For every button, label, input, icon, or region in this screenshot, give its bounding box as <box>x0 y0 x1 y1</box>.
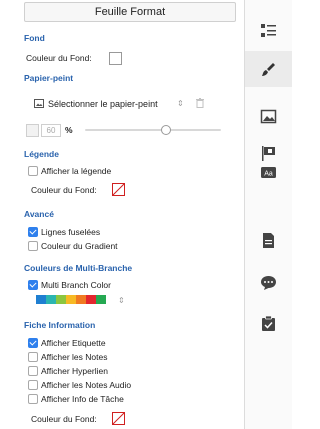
image-icon <box>260 109 277 123</box>
sidebar-item-image[interactable] <box>245 98 292 134</box>
format-panel: Feuille Format Fond Couleur du Fond: Pap… <box>0 0 244 429</box>
section-papier-peint-heading: Papier-peint <box>24 73 74 83</box>
legend-color-swatch[interactable] <box>112 183 125 196</box>
fond-color-swatch[interactable] <box>109 52 122 65</box>
branch-color-swatch <box>86 295 96 304</box>
legend-color-label: Couleur du Fond: <box>31 185 97 195</box>
show-hyperlink-label: Afficher Hyperlien <box>41 366 108 376</box>
show-notes-checkbox[interactable] <box>28 352 38 362</box>
multi-branch-color-label: Multi Branch Color <box>41 280 111 290</box>
branch-color-swatch <box>36 295 46 304</box>
sidebar-item-style[interactable] <box>245 51 292 87</box>
opacity-slider-knob[interactable] <box>161 125 171 135</box>
trash-icon[interactable] <box>196 98 204 110</box>
show-label-checkbox[interactable] <box>28 338 38 348</box>
show-legend-label: Afficher la légende <box>41 166 112 176</box>
wallpaper-select-label: Sélectionner le papier-peint <box>48 99 158 109</box>
section-legende-heading: Légende <box>24 149 59 159</box>
comment-icon <box>261 275 276 290</box>
right-toolbar: Aa <box>245 0 292 429</box>
show-label-text: Afficher Etiquette <box>41 338 106 348</box>
fiche-color-swatch[interactable] <box>112 412 125 425</box>
branch-color-swatch <box>66 295 76 304</box>
notes-icon <box>263 232 274 248</box>
sidebar-item-notes[interactable] <box>245 222 292 258</box>
paint-brush-icon <box>262 62 275 76</box>
sidebar-item-comment[interactable] <box>245 264 292 300</box>
branch-color-swatch <box>76 295 86 304</box>
format-icon <box>261 23 276 37</box>
show-hyperlink-checkbox[interactable] <box>28 366 38 376</box>
sidebar-item-format[interactable] <box>245 12 292 48</box>
gradient-color-checkbox[interactable] <box>28 241 38 251</box>
wallpaper-select[interactable]: Sélectionner le papier-peint ⇕ <box>33 96 233 112</box>
task-icon <box>262 315 275 331</box>
wallpaper-thumbnail-icon <box>26 124 39 137</box>
section-avance-heading: Avancé <box>24 209 54 219</box>
fond-color-label: Couleur du Fond: <box>26 53 92 63</box>
gradient-color-label: Couleur du Gradient <box>41 241 118 251</box>
sidebar-item-task[interactable] <box>245 305 292 341</box>
text-style-icon: Aa <box>261 166 276 178</box>
section-multi-branche-heading: Couleurs de Multi-Branche <box>24 263 133 273</box>
sidebar-item-text[interactable]: Aa <box>245 154 292 190</box>
svg-text:Aa: Aa <box>264 170 273 177</box>
palette-chevron-updown-icon[interactable]: ⇕ <box>118 296 125 305</box>
show-audio-notes-checkbox[interactable] <box>28 380 38 390</box>
show-task-info-label: Afficher Info de Tâche <box>41 394 124 404</box>
branch-color-swatch <box>56 295 66 304</box>
section-fiche-information-heading: Fiche Information <box>24 320 96 330</box>
fiche-color-label: Couleur du Fond: <box>31 414 97 424</box>
panel-title: Feuille Format <box>24 2 236 22</box>
show-task-info-checkbox[interactable] <box>28 394 38 404</box>
show-notes-label: Afficher les Notes <box>41 352 108 362</box>
branch-color-swatch <box>96 295 106 304</box>
opacity-percent-sign: % <box>65 125 73 135</box>
section-fond-heading: Fond <box>24 33 45 43</box>
show-audio-notes-label: Afficher les Notes Audio <box>41 380 132 390</box>
opacity-slider[interactable] <box>85 125 221 135</box>
image-icon <box>34 99 44 110</box>
branch-color-palette[interactable] <box>36 295 106 304</box>
branch-color-swatch <box>46 295 56 304</box>
opacity-input[interactable]: 60 <box>41 124 61 137</box>
show-legend-checkbox[interactable] <box>28 166 38 176</box>
tapered-lines-checkbox[interactable] <box>28 227 38 237</box>
tapered-lines-label: Lignes fuselées <box>41 227 101 237</box>
multi-branch-color-checkbox[interactable] <box>28 280 38 290</box>
chevron-updown-icon: ⇕ <box>177 99 184 108</box>
